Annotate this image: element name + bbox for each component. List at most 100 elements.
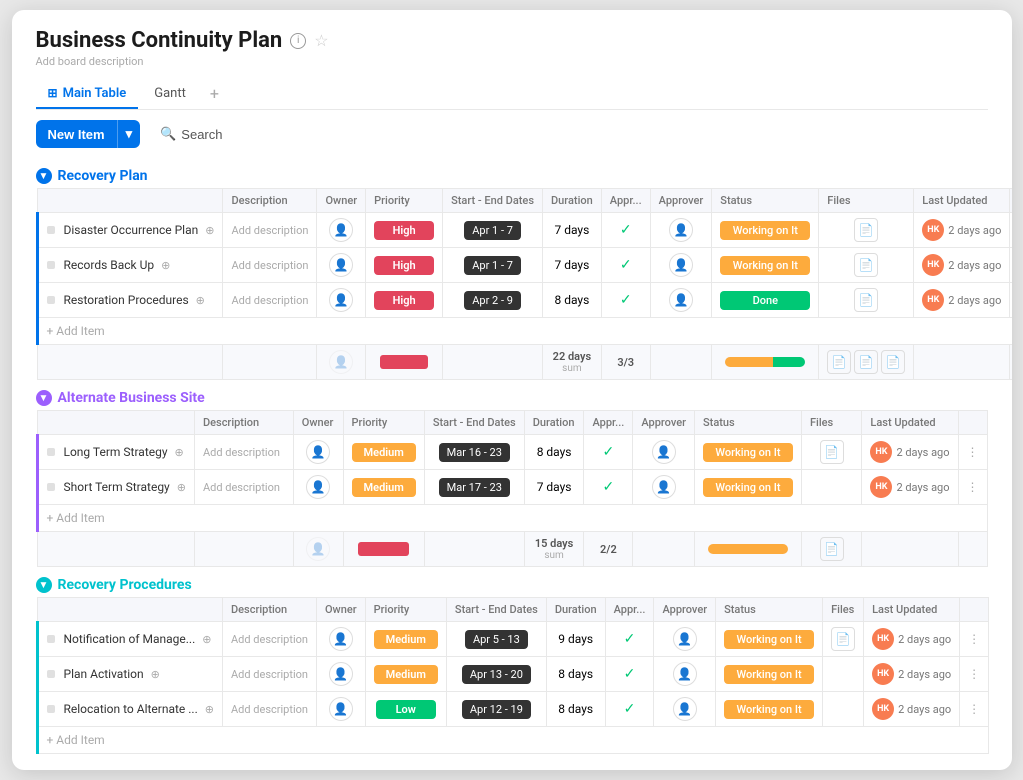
row-handle[interactable] — [47, 705, 55, 713]
status-badge[interactable]: Working on It — [724, 700, 814, 719]
col-header-5: Duration — [543, 189, 602, 213]
col-header-3: Priority — [343, 411, 424, 435]
priority-badge[interactable]: High — [374, 256, 434, 275]
owner-avatar[interactable]: 👤 — [306, 440, 330, 464]
col-header-2: Owner — [293, 411, 343, 435]
row-name: Short Term Strategy — [64, 480, 170, 494]
status-badge[interactable]: Working on It — [720, 221, 810, 240]
approver-avatar[interactable]: 👤 — [673, 627, 697, 651]
file-icon[interactable]: 📄 — [820, 440, 844, 464]
row-label: Disaster Occurrence Plan ⊕ — [47, 223, 215, 237]
approved-check: ✓ — [624, 631, 636, 647]
row-handle[interactable] — [47, 226, 55, 234]
col-header-7: Approver — [650, 189, 712, 213]
new-item-chevron-icon[interactable]: ▾ — [117, 120, 141, 148]
add-row-icon[interactable]: ⊕ — [196, 294, 205, 307]
user-avatar: HK — [922, 219, 944, 241]
file-icon[interactable]: 📄 — [854, 253, 878, 277]
updated-cell: HK 2 days ago — [872, 698, 951, 720]
priority-badge[interactable]: Medium — [374, 665, 438, 684]
add-item-row[interactable]: + Add Item — [37, 318, 1012, 345]
row-label: Long Term Strategy ⊕ — [47, 445, 186, 459]
description-cell[interactable]: Add description — [231, 668, 308, 681]
description-cell[interactable]: Add description — [203, 481, 280, 494]
priority-badge[interactable]: Medium — [374, 630, 438, 649]
row-handle[interactable] — [47, 635, 55, 643]
table-recovery-procedures: DescriptionOwnerPriorityStart - End Date… — [36, 597, 990, 754]
add-row-icon[interactable]: ⊕ — [202, 633, 211, 646]
col-header-2: Owner — [316, 598, 365, 622]
priority-badge[interactable]: Low — [376, 700, 436, 719]
status-badge[interactable]: Working on It — [724, 665, 814, 684]
add-item-row[interactable]: + Add Item — [37, 505, 987, 532]
row-handle[interactable] — [47, 448, 55, 456]
updated-cell: HK 2 days ago — [922, 219, 1001, 241]
add-row-icon[interactable]: ⊕ — [205, 224, 214, 237]
more-options-icon[interactable]: ⋮ — [968, 632, 980, 646]
description-cell[interactable]: Add description — [231, 633, 308, 646]
priority-badge[interactable]: Medium — [352, 478, 416, 497]
row-handle[interactable] — [47, 261, 55, 269]
summary-file-icon: 📄 — [820, 537, 844, 561]
file-icon[interactable]: 📄 — [831, 627, 855, 651]
col-header-2: Owner — [317, 189, 366, 213]
owner-avatar[interactable]: 👤 — [329, 253, 353, 277]
owner-avatar[interactable]: 👤 — [329, 288, 353, 312]
row-handle[interactable] — [47, 296, 55, 304]
row-handle[interactable] — [47, 483, 55, 491]
description-cell[interactable]: Add description — [231, 703, 308, 716]
owner-avatar[interactable]: 👤 — [329, 627, 353, 651]
description-cell[interactable]: Add description — [231, 259, 308, 272]
approver-avatar[interactable]: 👤 — [652, 475, 676, 499]
tab-main-table[interactable]: ⊞ Main Table — [36, 80, 139, 109]
group-toggle-recovery-plan[interactable]: ▼ — [36, 168, 52, 184]
duration-value: 7 days — [554, 223, 589, 237]
more-options-icon[interactable]: ⋮ — [967, 445, 979, 459]
search-button[interactable]: 🔍 Search — [148, 121, 234, 147]
owner-avatar[interactable]: 👤 — [306, 475, 330, 499]
approver-avatar[interactable]: 👤 — [669, 288, 693, 312]
description-cell[interactable]: Add description — [231, 294, 308, 307]
group-toggle-recovery-procedures[interactable]: ▼ — [36, 577, 52, 593]
priority-badge[interactable]: High — [374, 291, 434, 310]
status-badge[interactable]: Working on It — [720, 256, 810, 275]
add-row-icon[interactable]: ⊕ — [151, 668, 160, 681]
status-badge[interactable]: Done — [720, 291, 810, 310]
approver-avatar[interactable]: 👤 — [673, 697, 697, 721]
more-options-icon[interactable]: ⋮ — [968, 702, 980, 716]
add-tab-button[interactable]: + — [202, 78, 227, 109]
add-row-icon[interactable]: ⊕ — [177, 481, 186, 494]
duration-value: 8 days — [558, 667, 593, 681]
files-cell: 📄 — [827, 288, 905, 312]
search-icon: 🔍 — [160, 126, 176, 142]
status-badge[interactable]: Working on It — [703, 443, 793, 462]
col-header-10: Last Updated — [914, 189, 1010, 213]
priority-badge[interactable]: High — [374, 221, 434, 240]
info-icon[interactable]: i — [290, 33, 306, 49]
tab-gantt[interactable]: Gantt — [142, 80, 198, 109]
more-options-icon[interactable]: ⋮ — [968, 667, 980, 681]
description-cell[interactable]: Add description — [203, 446, 280, 459]
approver-avatar[interactable]: 👤 — [673, 662, 697, 686]
add-item-row[interactable]: + Add Item — [37, 727, 989, 754]
owner-avatar[interactable]: 👤 — [329, 218, 353, 242]
priority-badge[interactable]: Medium — [352, 443, 416, 462]
approver-avatar[interactable]: 👤 — [669, 253, 693, 277]
more-options-icon[interactable]: ⋮ — [967, 480, 979, 494]
owner-avatar[interactable]: 👤 — [329, 697, 353, 721]
status-badge[interactable]: Working on It — [724, 630, 814, 649]
approver-avatar[interactable]: 👤 — [652, 440, 676, 464]
approver-avatar[interactable]: 👤 — [669, 218, 693, 242]
new-item-button[interactable]: New Item ▾ — [36, 120, 141, 148]
group-toggle-alternate-business-site[interactable]: ▼ — [36, 390, 52, 406]
status-badge[interactable]: Working on It — [703, 478, 793, 497]
file-icon[interactable]: 📄 — [854, 288, 878, 312]
file-icon[interactable]: 📄 — [854, 218, 878, 242]
add-row-icon[interactable]: ⊕ — [205, 703, 214, 716]
add-row-icon[interactable]: ⊕ — [175, 446, 184, 459]
add-row-icon[interactable]: ⊕ — [161, 259, 170, 272]
row-handle[interactable] — [47, 670, 55, 678]
owner-avatar[interactable]: 👤 — [329, 662, 353, 686]
star-icon[interactable]: ☆ — [314, 31, 328, 50]
description-cell[interactable]: Add description — [231, 224, 308, 237]
